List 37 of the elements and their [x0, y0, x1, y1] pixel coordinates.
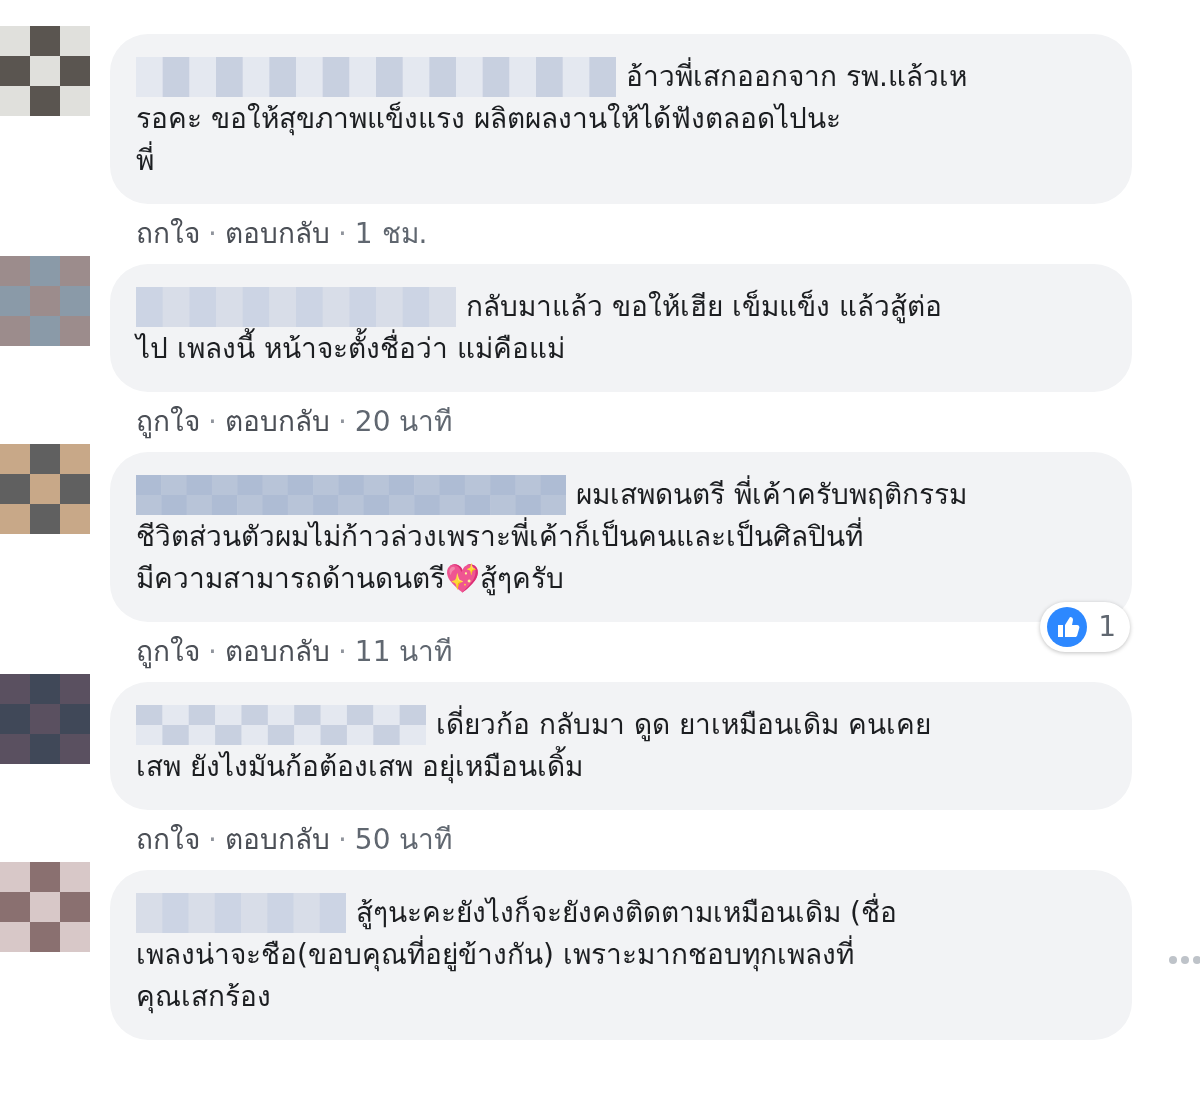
action-link[interactable]: ตอบกลับ [224, 817, 330, 861]
separator: · [208, 404, 217, 438]
separator: · [337, 822, 347, 856]
like-icon [1046, 606, 1089, 648]
separator: · [337, 404, 347, 438]
comment-text: ชีวิตส่วนตัวผมไม่ก้าวล่วงเพราะพี่เค้าก็เป็นคนและเป็นศิลปินที่ [136, 516, 1106, 558]
timestamp[interactable]: 20 นาที [354, 399, 453, 443]
separator: · [337, 216, 347, 250]
separator: · [208, 822, 217, 856]
comment-text: คุณเสกร้อง [136, 979, 272, 1016]
action-link[interactable]: ถูกใจ [136, 629, 200, 673]
separator: · [208, 216, 217, 250]
action-link[interactable]: ถกใจ [136, 211, 200, 255]
action-link[interactable]: ถูกใจ [136, 399, 200, 443]
action-link[interactable]: ตอบกลับ [224, 211, 330, 255]
comment-text: เดี่ยวก้อ กลับมา ดูด ยาเหมือนเดิม คนเคย [436, 704, 931, 746]
comment-text: อ้าวพี่เสกออกจาก รพ.แล้วเห [626, 56, 967, 98]
comment-text: ไป เพลงนี้ หน้าจะตั้งชื่อว่า แม่คือแม่ [136, 328, 1106, 370]
action-link[interactable]: ตอบกลับ [224, 399, 330, 443]
more-icon[interactable] [1168, 955, 1200, 965]
comment-text: กลับมาแล้ว ขอให้เฮีย เข็มแข็ง แล้วสู้ต่อ [466, 288, 942, 326]
reaction-badge[interactable]: 1 [1040, 602, 1130, 652]
comment-text: รอคะ ขอให้สุขภาพแข็งแรง ผลิตผลงานให้ได้ฟังตลอดไปนะ [136, 100, 842, 138]
timestamp[interactable]: 50 นาที [354, 817, 453, 861]
comment-text: มีความสามารถด้านดนตรี💖สู้ๆครับ [136, 561, 565, 598]
separator: · [208, 634, 217, 668]
action-link[interactable]: ถกใจ [136, 817, 200, 861]
comment-text: เพลงน่าจะชือ(ขอบคุณที่อยู่ข้างกัน) เพราะมากชอบทุกเพลงที่ [136, 934, 1106, 976]
comment-text: ผมเสพดนตรี พี่เค้าครับพฤติกรรม [576, 474, 967, 516]
reaction-count: 1 [1098, 609, 1116, 645]
action-link[interactable]: ตอบกลับ [224, 629, 330, 673]
comment-text: สู้ๆนะคะยังไงก็จะยังคงติดตามเหมือนเดิม (ชื่อ [356, 892, 897, 934]
timestamp[interactable]: 1 ชม. [354, 211, 428, 255]
timestamp[interactable]: 11 นาที [354, 629, 453, 673]
separator: · [337, 634, 347, 668]
comment-text: เสพ ยังไงมันก้อต้องเสพ อยุ่เหมือนเดิ้ม [136, 746, 1106, 788]
comment-text: พี่ [136, 140, 1106, 182]
